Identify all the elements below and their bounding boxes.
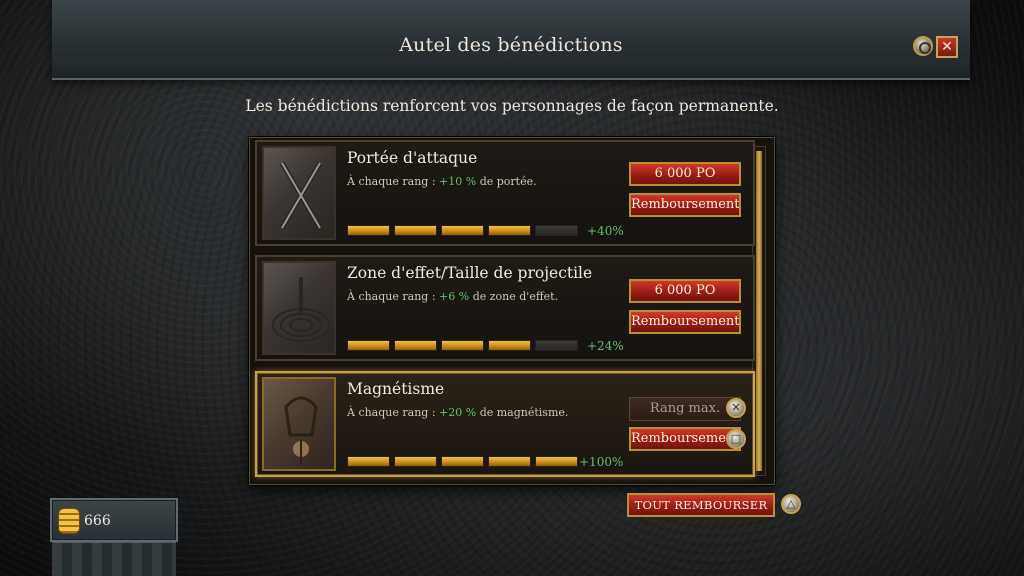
rank-segment [441,456,484,467]
blessing-name: Portée d'attaque [347,149,478,167]
refund-button[interactable]: Remboursement [629,427,741,451]
blessing-description: À chaque rang : +10 % de portée. [347,175,537,188]
rank-segment [535,456,578,467]
page-title: Autel des bénédictions [399,34,623,56]
buy-button[interactable]: 6 000 PO [629,162,741,186]
crossed-swords-icon [262,146,336,240]
blessing-description: À chaque rang : +6 % de zone d'effet. [347,290,559,303]
gold-counter: 666 [50,498,178,542]
bonus-value: +24% [587,339,624,353]
blessing-name: Zone d'effet/Taille de projectile [347,264,593,282]
max-rank-button: Rang max. [629,397,741,421]
blessing-card-attack-range[interactable]: Portée d'attaque À chaque rang : +10 % d… [255,140,755,246]
scrollbar-thumb[interactable] [756,151,762,471]
rank-segment [441,340,484,351]
gamepad-circle-icon[interactable] [913,36,933,56]
page-subtitle: Les bénédictions renforcent vos personna… [245,97,779,115]
rank-segment [441,225,484,236]
refund-button[interactable]: Remboursement [629,310,741,334]
coin-stack-icon [58,508,80,534]
rank-bar [347,225,578,236]
rank-segment [488,456,531,467]
magnet-hand-icon [262,377,336,471]
bonus-value: +40% [587,224,624,238]
blessing-description: À chaque rang : +20 % de magnétisme. [347,406,569,419]
close-icon[interactable]: ✕ [936,36,958,58]
rank-segment [347,340,390,351]
rank-segment [488,225,531,236]
header-controls: ✕ [913,36,958,58]
triangle-button-icon[interactable]: △ [781,494,801,514]
rank-segment [394,456,437,467]
rank-segment [347,456,390,467]
header-bar: Autel des bénédictions ✕ [52,0,970,80]
refund-button[interactable]: Remboursement [629,193,741,217]
refund-all-button[interactable]: TOUT REMBOURSER [627,493,775,517]
rank-segment [535,340,578,351]
rank-segment [394,340,437,351]
ornament-frame [52,542,176,576]
bonus-value: +100% [579,455,624,469]
rank-segment [488,340,531,351]
rank-segment [347,225,390,236]
blessing-card-area-size[interactable]: Zone d'effet/Taille de projectile À chaq… [255,255,755,361]
gold-amount: 666 [84,513,111,529]
square-button-icon[interactable]: □ [726,429,746,449]
rank-segment [394,225,437,236]
blessing-name: Magnétisme [347,380,445,398]
rank-bar [347,456,578,467]
blessing-card-magnetism[interactable]: Magnétisme À chaque rang : +20 % de magn… [255,371,755,477]
rank-bar [347,340,578,351]
cross-button-icon[interactable]: ✕ [726,398,746,418]
rank-segment [535,225,578,236]
buy-button[interactable]: 6 000 PO [629,279,741,303]
concentric-rings-icon [262,261,336,355]
